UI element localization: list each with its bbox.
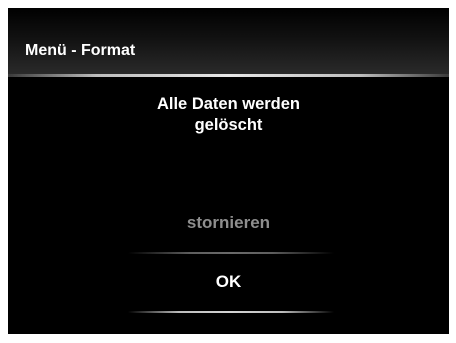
message-line-1: Alle Daten werden: [156, 95, 301, 113]
cancel-option[interactable]: stornieren: [8, 212, 449, 234]
format-warning-message: Alle Daten werden gelöscht: [8, 94, 449, 136]
selected-option-underline: [128, 311, 334, 313]
camera-menu-screen: Menü - Format Alle Daten werden gelöscht…: [8, 8, 449, 334]
menu-title: Menü - Format: [25, 42, 136, 59]
ok-option[interactable]: OK: [8, 271, 449, 293]
header-divider: [8, 74, 449, 77]
menu-header: Menü - Format: [8, 8, 449, 74]
option-divider: [128, 252, 334, 254]
message-line-2: gelöscht: [194, 116, 263, 134]
